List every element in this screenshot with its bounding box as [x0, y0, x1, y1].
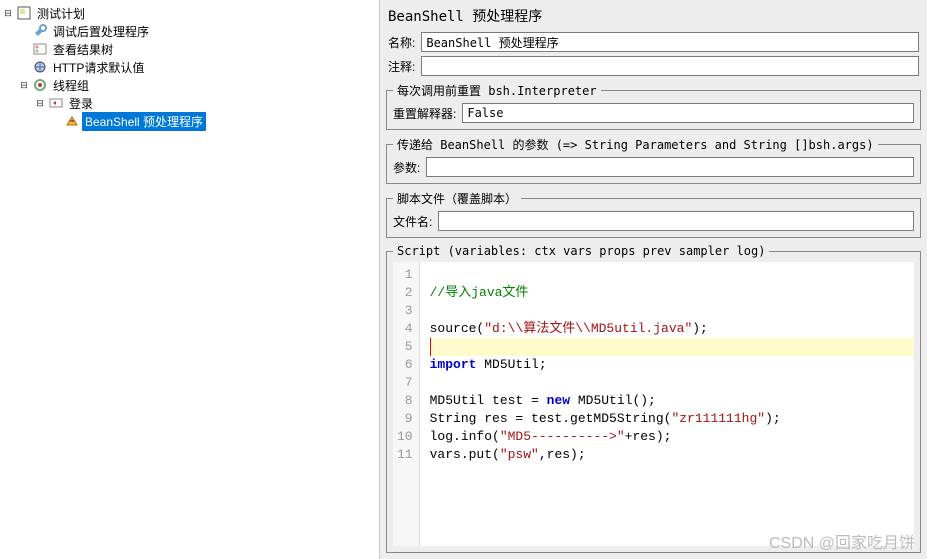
name-label: 名称: [388, 34, 415, 51]
tree-toggle-icon[interactable]: ⊟ [18, 79, 30, 91]
reset-legend: 每次调用前重置 bsh.Interpreter [393, 82, 601, 99]
code-editor[interactable]: 1234567891011 //导入java文件 source("d:\\算法文件… [393, 262, 914, 546]
parameters-fieldset: 传递给 BeanShell 的参数 (=> String Parameters … [386, 136, 921, 184]
tree-item-testplan[interactable]: ⊟ 测试计划 [2, 4, 377, 22]
tree-item-login[interactable]: ⊟ 登录 [2, 94, 377, 112]
tree-item-http-defaults[interactable]: HTTP请求默认值 [2, 58, 377, 76]
tree-toggle-icon[interactable]: ⊟ [34, 97, 46, 109]
reset-label: 重置解释器: [393, 105, 456, 122]
script-fieldset: Script (variables: ctx vars props prev s… [386, 244, 921, 553]
tree-toggle-icon[interactable]: ⊟ [2, 7, 14, 19]
reset-interpreter-fieldset: 每次调用前重置 bsh.Interpreter 重置解释器: [386, 82, 921, 130]
editor-panel: BeanShell 预处理程序 名称: 注释: 每次调用前重置 bsh.Inte… [380, 0, 927, 559]
tree-item-beanshell-pre[interactable]: BeanShell 预处理程序 [2, 112, 377, 130]
wrench-icon [32, 23, 48, 39]
results-tree-icon [32, 41, 48, 57]
tree-label: BeanShell 预处理程序 [82, 112, 206, 131]
params-legend: 传递给 BeanShell 的参数 (=> String Parameters … [393, 136, 878, 153]
code-lines[interactable]: //导入java文件 source("d:\\算法文件\\MD5util.java… [420, 262, 914, 546]
comment-label: 注释: [388, 58, 415, 75]
code-line[interactable]: import MD5Util; [430, 356, 914, 374]
panel-title: BeanShell 预处理程序 [380, 0, 927, 30]
code-line[interactable]: log.info("MD5---------->"+res); [430, 428, 914, 446]
code-line[interactable]: vars.put("psw",res); [430, 446, 914, 464]
params-input[interactable] [426, 157, 914, 177]
scriptfile-input[interactable] [438, 211, 914, 231]
tree-label: HTTP请求默认值 [50, 58, 147, 77]
code-line[interactable]: source("d:\\算法文件\\MD5util.java"); [430, 320, 914, 338]
tree-label: 查看结果树 [50, 40, 116, 59]
code-line[interactable]: String res = test.getMD5String("zr111111… [430, 410, 914, 428]
code-line[interactable] [430, 302, 914, 320]
code-line[interactable] [430, 266, 914, 284]
line-gutter: 1234567891011 [393, 262, 420, 546]
testplan-icon [16, 5, 32, 21]
tree-item-view-results[interactable]: 查看结果树 [2, 40, 377, 58]
http-defaults-icon [32, 59, 48, 75]
sampler-icon [48, 95, 64, 111]
tree-label: 登录 [66, 94, 96, 113]
comment-input[interactable] [421, 56, 919, 76]
tree-label: 测试计划 [34, 4, 88, 23]
reset-input[interactable] [462, 103, 914, 123]
tree-item-thread-group[interactable]: ⊟ 线程组 [2, 76, 377, 94]
tree-item-debug-post[interactable]: 调试后置处理程序 [2, 22, 377, 40]
code-line[interactable]: MD5Util test = new MD5Util(); [430, 392, 914, 410]
code-line[interactable]: //导入java文件 [430, 284, 914, 302]
scriptfile-fieldset: 脚本文件（覆盖脚本） 文件名: [386, 190, 921, 238]
tree-panel: ⊟ 测试计划 调试后置处理程序 查看结果树 HTTP请求默认值 ⊟ 线程组 ⊟ … [0, 0, 380, 559]
preprocessor-icon [64, 113, 80, 129]
code-line[interactable] [430, 338, 914, 356]
scriptfile-label: 文件名: [393, 213, 432, 230]
scriptfile-legend: 脚本文件（覆盖脚本） [393, 190, 521, 207]
params-label: 参数: [393, 159, 420, 176]
script-legend: Script (variables: ctx vars props prev s… [393, 244, 769, 258]
tree-label: 调试后置处理程序 [50, 22, 152, 41]
code-line[interactable] [430, 374, 914, 392]
name-input[interactable] [421, 32, 919, 52]
thread-group-icon [32, 77, 48, 93]
tree-label: 线程组 [50, 76, 92, 95]
